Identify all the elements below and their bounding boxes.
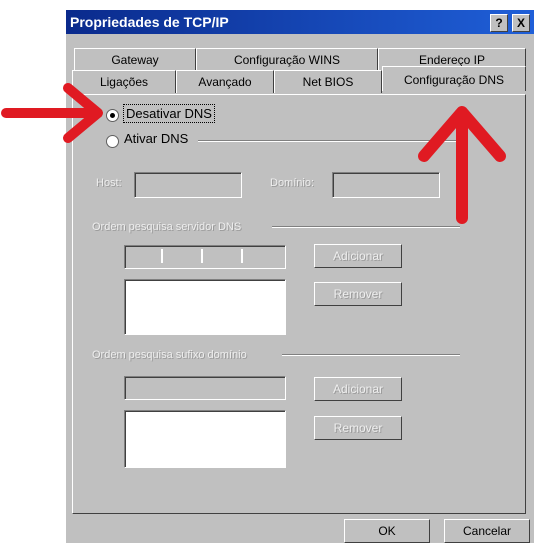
- annotation-layer: [1, 83, 506, 224]
- right-arrow-icon: [1, 83, 103, 143]
- up-arrow-icon: [418, 106, 506, 224]
